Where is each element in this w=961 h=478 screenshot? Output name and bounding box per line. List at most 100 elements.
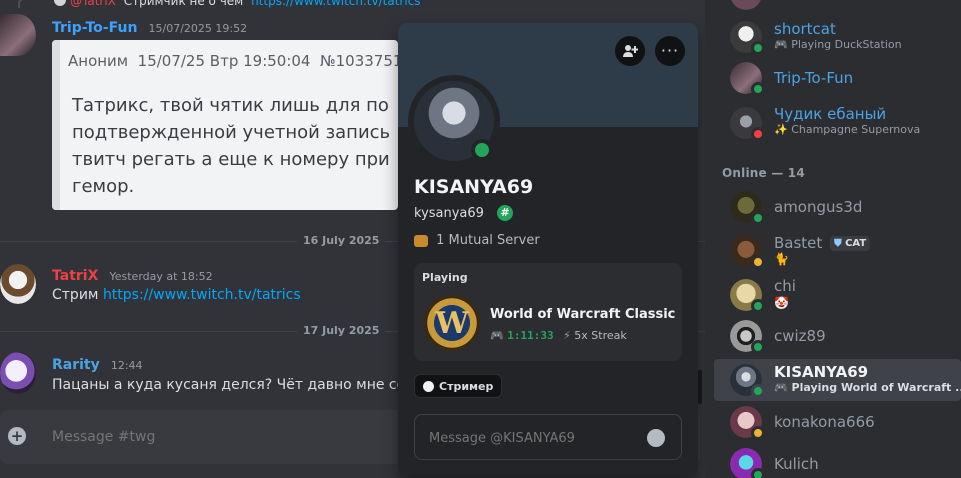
dm-input-box[interactable] bbox=[414, 414, 682, 460]
activity-meta: 🎮 1:11:33 ⚡ 5x Streak bbox=[490, 329, 627, 342]
role-chip[interactable]: Стример bbox=[414, 374, 503, 398]
activity-label: Playing bbox=[422, 271, 468, 284]
message-timestamp: 15/07/2025 19:52 bbox=[148, 22, 248, 35]
online-status-icon bbox=[471, 139, 493, 161]
member-name: Чудик ебаный bbox=[774, 105, 887, 123]
message-timestamp: Yesterday at 18:52 bbox=[109, 270, 213, 283]
member-name: amongus3d bbox=[774, 198, 863, 216]
profile-username: kysanya69 bbox=[414, 206, 484, 221]
member-name: chi bbox=[774, 277, 796, 295]
reply-text: Стримчик не о чем bbox=[123, 0, 244, 8]
emoji-icon[interactable] bbox=[647, 429, 665, 447]
reply-link[interactable]: https://www.twitch.tv/tatrics bbox=[251, 0, 420, 8]
message-author[interactable]: Rarity bbox=[52, 357, 100, 373]
member-activity: ✨ Champagne Supernova bbox=[774, 123, 921, 136]
member-item-selected[interactable]: KISANYA69 🎮 Playing World of Warcraft ..… bbox=[714, 359, 961, 401]
member-item[interactable]: chi 🤡 bbox=[705, 274, 961, 316]
member-activity: 🎮 Playing DuckStation bbox=[774, 38, 902, 51]
activity-streak: 5x Streak bbox=[574, 329, 627, 342]
add-friend-button[interactable] bbox=[615, 36, 645, 66]
avatar[interactable] bbox=[0, 264, 36, 304]
member-item[interactable]: shortcat 🎮 Playing DuckStation bbox=[705, 16, 961, 58]
shield-icon: ⛊ bbox=[834, 238, 842, 249]
add-friend-icon bbox=[623, 45, 638, 57]
member-name: konakona666 bbox=[774, 413, 875, 431]
member-name: Trip-To-Fun bbox=[774, 69, 854, 87]
dm-message-input[interactable] bbox=[429, 428, 629, 448]
avatar[interactable] bbox=[0, 352, 36, 394]
member-item[interactable]: amongus3d bbox=[705, 186, 961, 228]
online-status-icon bbox=[751, 384, 765, 398]
activity-card[interactable]: Playing W World of Warcraft Classic 🎮 1:… bbox=[414, 263, 682, 361]
more-options-button[interactable]: ··· bbox=[655, 36, 685, 66]
profile-username-row: kysanya69 # bbox=[414, 202, 514, 221]
message-content: Стрим https://www.twitch.tv/tatrics bbox=[52, 285, 301, 305]
member-name: shortcat bbox=[774, 20, 836, 38]
member-name: KISANYA69 bbox=[774, 363, 869, 381]
member-item[interactable]: cwiz89 bbox=[705, 315, 961, 357]
message-author[interactable]: TatriX bbox=[52, 268, 98, 284]
reply-preview[interactable]: @TatriX Стримчик не о чем https://www.tw… bbox=[18, 0, 518, 8]
scrollbar-thumb[interactable] bbox=[698, 370, 702, 404]
member-item[interactable]: Trip-To-Fun bbox=[705, 57, 961, 99]
gamepad-icon: 🎮 bbox=[774, 38, 788, 51]
message-link[interactable]: https://www.twitch.tv/tatrics bbox=[103, 287, 301, 303]
message-header: Rarity 12:44 bbox=[52, 354, 143, 373]
embed-line: гемор. bbox=[72, 176, 135, 197]
member-name: Kulich bbox=[774, 455, 819, 473]
embed-header: Аноним 15/07/25 Втр 19:50:04 №1033751 bbox=[68, 52, 398, 70]
activity-elapsed: 1:11:33 bbox=[507, 329, 554, 342]
online-section-header: Online — 14 bbox=[722, 166, 805, 180]
embed-border bbox=[52, 40, 60, 210]
mutual-servers-label: 1 Mutual Server bbox=[436, 233, 540, 248]
date-divider-label: 17 July 2025 bbox=[297, 324, 386, 337]
online-status-icon bbox=[751, 211, 765, 225]
member-name: cwiz89 bbox=[774, 327, 826, 345]
quote-embed: Аноним 15/07/25 Втр 19:50:04 №1033751 Та… bbox=[52, 40, 398, 210]
streak-icon: ⚡ bbox=[563, 329, 571, 342]
plus-circle-icon[interactable]: + bbox=[8, 427, 26, 445]
role-label: Стример bbox=[439, 379, 494, 393]
date-divider-label: 16 July 2025 bbox=[297, 234, 386, 247]
server-icon bbox=[414, 234, 428, 247]
reply-author[interactable]: @TatriX bbox=[70, 0, 116, 8]
embed-line: подтвержденной учетной запись bbox=[72, 122, 391, 143]
embed-line: твитч регать а еще к номеру при bbox=[72, 149, 390, 170]
message-timestamp: 12:44 bbox=[110, 359, 143, 372]
member-activity: 🤡 bbox=[774, 296, 789, 310]
embed-line: Татрикс, твой чятик лишь для по bbox=[72, 95, 389, 116]
reply-spine bbox=[18, 0, 48, 8]
reply-avatar bbox=[54, 0, 66, 6]
avatar[interactable] bbox=[730, 0, 762, 10]
role-color-dot bbox=[423, 380, 434, 392]
avatar[interactable] bbox=[0, 14, 36, 56]
profile-display-name: KISANYA69 bbox=[414, 176, 534, 198]
member-list: shortcat 🎮 Playing DuckStation Trip-To-F… bbox=[705, 0, 961, 478]
idle-status-icon bbox=[751, 426, 765, 440]
more-icon: ··· bbox=[660, 41, 680, 60]
message-input[interactable] bbox=[52, 426, 392, 448]
member-item[interactable]: konakona666 bbox=[705, 401, 961, 443]
online-status-icon bbox=[751, 340, 765, 354]
guild-tag[interactable]: ⛊ CAT bbox=[830, 236, 871, 251]
online-status-icon bbox=[751, 41, 765, 55]
online-status-icon bbox=[751, 468, 765, 478]
message-author[interactable]: Trip-To-Fun bbox=[52, 20, 137, 36]
member-item[interactable]: Kulich bbox=[705, 443, 961, 478]
gamepad-icon: 🎮 bbox=[490, 329, 504, 342]
member-item[interactable]: Чудик ебаный ✨ Champagne Supernova bbox=[705, 102, 961, 144]
embed-body: Татрикс, твой чятик лишь для по подтверж… bbox=[72, 92, 390, 200]
profile-popout: ··· KISANYA69 kysanya69 # 1 Mutual Serve… bbox=[398, 23, 698, 475]
dnd-status-icon bbox=[751, 127, 765, 141]
idle-status-icon bbox=[751, 255, 765, 269]
gamepad-icon: 🎮 bbox=[774, 381, 788, 394]
online-status-icon bbox=[751, 299, 765, 313]
sparkles-icon: ✨ bbox=[774, 123, 788, 136]
mutual-servers[interactable]: 1 Mutual Server bbox=[414, 233, 540, 248]
message-header: TatriX Yesterday at 18:52 bbox=[52, 265, 213, 284]
member-item[interactable]: Bastet ⛊ CAT 🐈 bbox=[705, 230, 961, 272]
game-icon: W bbox=[424, 295, 480, 351]
game-title: World of Warcraft Classic bbox=[490, 307, 676, 322]
member-activity: 🐈 bbox=[774, 252, 789, 266]
hashtag-badge-icon[interactable]: # bbox=[497, 204, 514, 221]
